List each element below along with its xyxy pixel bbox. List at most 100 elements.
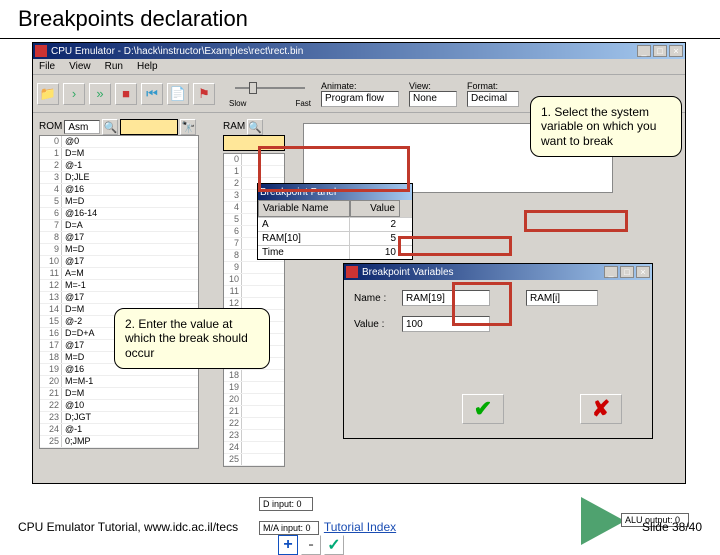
table-row[interactable]: 6@16-14 (40, 208, 198, 220)
table-row[interactable]: 1 (224, 166, 284, 178)
remove-button[interactable]: - (301, 535, 321, 555)
bv-name-field[interactable] (402, 290, 490, 306)
table-row[interactable]: 23D;JGT (40, 412, 198, 424)
table-row[interactable]: RAM[10]5 (258, 231, 412, 245)
d-input-box: D input: 0 (259, 497, 313, 511)
table-row[interactable]: 0 (224, 154, 284, 166)
table-row[interactable]: 18 (224, 370, 284, 382)
table-row[interactable]: 22 (224, 418, 284, 430)
menu-file[interactable]: File (39, 61, 55, 72)
format-select[interactable] (467, 91, 519, 107)
table-row[interactable]: 20M=M-1 (40, 376, 198, 388)
table-row[interactable]: 10@17 (40, 256, 198, 268)
flag-icon[interactable]: ⚑ (193, 83, 215, 105)
add-button[interactable]: + (278, 535, 298, 555)
ram-panel: RAM 🔍 0123456789101112131415161718192021… (223, 119, 285, 467)
table-row[interactable]: 4@16 (40, 184, 198, 196)
table-row[interactable]: 13@17 (40, 292, 198, 304)
table-row[interactable]: A2 (258, 217, 412, 231)
table-row[interactable]: 11 (224, 286, 284, 298)
table-row[interactable]: 24@-1 (40, 424, 198, 436)
table-row[interactable]: 250;JMP (40, 436, 198, 448)
bv-name-dropdown[interactable] (526, 290, 598, 306)
table-row[interactable]: 8@17 (40, 232, 198, 244)
maximize-button[interactable]: □ (653, 45, 667, 57)
table-row[interactable]: 0@0 (40, 136, 198, 148)
menu-help[interactable]: Help (137, 61, 158, 72)
footer: CPU Emulator Tutorial, www.idc.ac.il/tec… (18, 520, 702, 534)
bv-close-button[interactable]: × (636, 266, 650, 278)
table-row[interactable]: 21D=M (40, 388, 198, 400)
rom-mode-select[interactable] (64, 120, 100, 134)
bp-col-name: Variable Name (258, 200, 350, 217)
table-row[interactable]: 19 (224, 382, 284, 394)
open-icon[interactable]: 📁 (37, 83, 59, 105)
bv-name-label: Name : (354, 293, 396, 304)
table-row[interactable]: Time10 (258, 245, 412, 259)
callout-1: 1. Select the system variable on which y… (530, 96, 682, 157)
table-row[interactable]: 21 (224, 406, 284, 418)
table-row[interactable]: 12M=-1 (40, 280, 198, 292)
find-icon[interactable]: 🔍 (102, 119, 118, 135)
animate-select[interactable] (321, 91, 399, 107)
bv-min-button[interactable]: _ (604, 266, 618, 278)
animate-label: Animate: (321, 81, 399, 91)
speed-slider[interactable] (235, 79, 305, 97)
script-icon[interactable]: 📄 (167, 83, 189, 105)
ram-find-icon[interactable]: 🔍 (247, 119, 263, 135)
tutorial-index-link[interactable]: Tutorial Index (324, 520, 396, 534)
bv-max-button[interactable]: □ (620, 266, 634, 278)
table-row[interactable]: 2@-1 (40, 160, 198, 172)
stop-icon[interactable]: ■ (115, 83, 137, 105)
check-icon: ✔ (474, 396, 492, 422)
bv-title: Breakpoint Variables (362, 267, 454, 278)
format-label: Format: (467, 81, 519, 91)
titlebar: CPU Emulator - D:\hack\instructor\Exampl… (33, 43, 685, 59)
table-row[interactable]: 20 (224, 394, 284, 406)
binoculars-icon[interactable]: 🔭 (180, 119, 196, 135)
rewind-icon[interactable]: ⏮ (141, 83, 163, 105)
table-row[interactable]: 5M=D (40, 196, 198, 208)
cancel-button[interactable]: ✘ (580, 394, 622, 424)
x-icon: ✘ (592, 396, 610, 422)
footer-left: CPU Emulator Tutorial, www.idc.ac.il/tec… (18, 520, 238, 534)
fast-label: Fast (295, 99, 311, 108)
bp-edit-toolbar: + - ✓ (278, 535, 344, 555)
table-row[interactable]: 11A=M (40, 268, 198, 280)
breakpoint-panel: Breakpoint Panel Variable Name Value A2R… (257, 183, 413, 260)
table-row[interactable]: 10 (224, 274, 284, 286)
menu-view[interactable]: View (69, 61, 91, 72)
minimize-button[interactable]: _ (637, 45, 651, 57)
menubar: File View Run Help (33, 59, 685, 75)
ram-find-field[interactable] (223, 135, 285, 151)
table-row[interactable]: 9M=D (40, 244, 198, 256)
close-button[interactable]: × (669, 45, 683, 57)
table-row[interactable]: 7D=A (40, 220, 198, 232)
rom-find-field[interactable] (120, 119, 178, 135)
table-row[interactable]: 1D=M (40, 148, 198, 160)
bp-table[interactable]: Variable Name Value A2RAM[10]5Time10 (258, 200, 412, 259)
callout-2: 2. Enter the value at which the break sh… (114, 308, 270, 369)
table-row[interactable]: 3D;JLE (40, 172, 198, 184)
table-row[interactable]: 9 (224, 262, 284, 274)
step-icon[interactable]: › (63, 83, 85, 105)
ram-label: RAM (223, 121, 245, 132)
view-label: View: (409, 81, 457, 91)
bv-value-label: Value : (354, 319, 396, 330)
menu-run[interactable]: Run (105, 61, 123, 72)
bp-panel-title: Breakpoint Panel (260, 187, 336, 198)
ok-button[interactable]: ✔ (462, 394, 504, 424)
slide-title: Breakpoints declaration (0, 0, 720, 39)
rom-panel: ROM 🔍 🔭 0@01D=M2@-13D;JLE4@165M=D6@16-14… (39, 119, 199, 449)
table-row[interactable]: 22@10 (40, 400, 198, 412)
fast-fwd-icon[interactable]: » (89, 83, 111, 105)
breakpoint-variables-window: Breakpoint Variables _ □ × Name : Value … (343, 263, 653, 439)
view-select[interactable] (409, 91, 457, 107)
bv-icon (346, 266, 358, 278)
rom-table[interactable]: 0@01D=M2@-13D;JLE4@165M=D6@16-147D=A8@17… (39, 135, 199, 449)
bp-col-value: Value (350, 200, 400, 217)
apply-button[interactable]: ✓ (324, 535, 344, 555)
app-icon (35, 45, 47, 57)
slow-label: Slow (229, 99, 246, 108)
bv-value-field[interactable] (402, 316, 490, 332)
